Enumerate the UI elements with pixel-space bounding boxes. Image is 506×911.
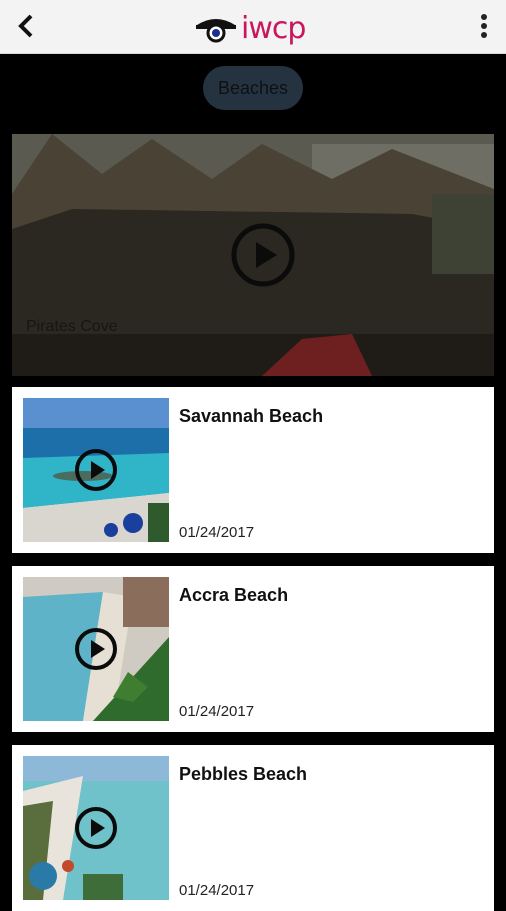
featured-title: Pirates Cove bbox=[26, 318, 118, 335]
back-button[interactable] bbox=[10, 10, 42, 42]
video-date: 01/24/2017 bbox=[179, 703, 255, 720]
kebab-menu-icon bbox=[481, 14, 487, 38]
video-thumbnail bbox=[23, 756, 169, 900]
video-card[interactable]: Accra Beach 01/24/2017 bbox=[12, 566, 494, 732]
video-thumbnail bbox=[23, 398, 169, 542]
category-chip[interactable]: Beaches bbox=[203, 66, 303, 110]
video-date: 01/24/2017 bbox=[179, 524, 255, 541]
video-card[interactable]: Savannah Beach 01/24/2017 bbox=[12, 387, 494, 553]
video-title: Savannah Beach bbox=[179, 406, 324, 426]
chevron-left-icon bbox=[18, 14, 33, 38]
video-card[interactable]: Pebbles Beach 01/24/2017 bbox=[12, 745, 494, 911]
featured-video[interactable]: Pirates Cove bbox=[12, 134, 494, 376]
video-title: Pebbles Beach bbox=[179, 764, 308, 784]
overflow-menu-button[interactable] bbox=[470, 10, 498, 42]
logo-text: iwcp bbox=[241, 10, 306, 46]
app-logo: iwcp bbox=[193, 8, 318, 48]
video-date: 01/24/2017 bbox=[179, 882, 255, 899]
play-icon bbox=[231, 223, 295, 287]
play-icon bbox=[75, 807, 117, 849]
video-title: Accra Beach bbox=[179, 585, 289, 605]
play-icon bbox=[75, 449, 117, 491]
play-icon bbox=[75, 628, 117, 670]
video-thumbnail bbox=[23, 577, 169, 721]
top-app-bar: iwcp bbox=[0, 0, 506, 54]
camera-logo-icon bbox=[196, 19, 236, 43]
